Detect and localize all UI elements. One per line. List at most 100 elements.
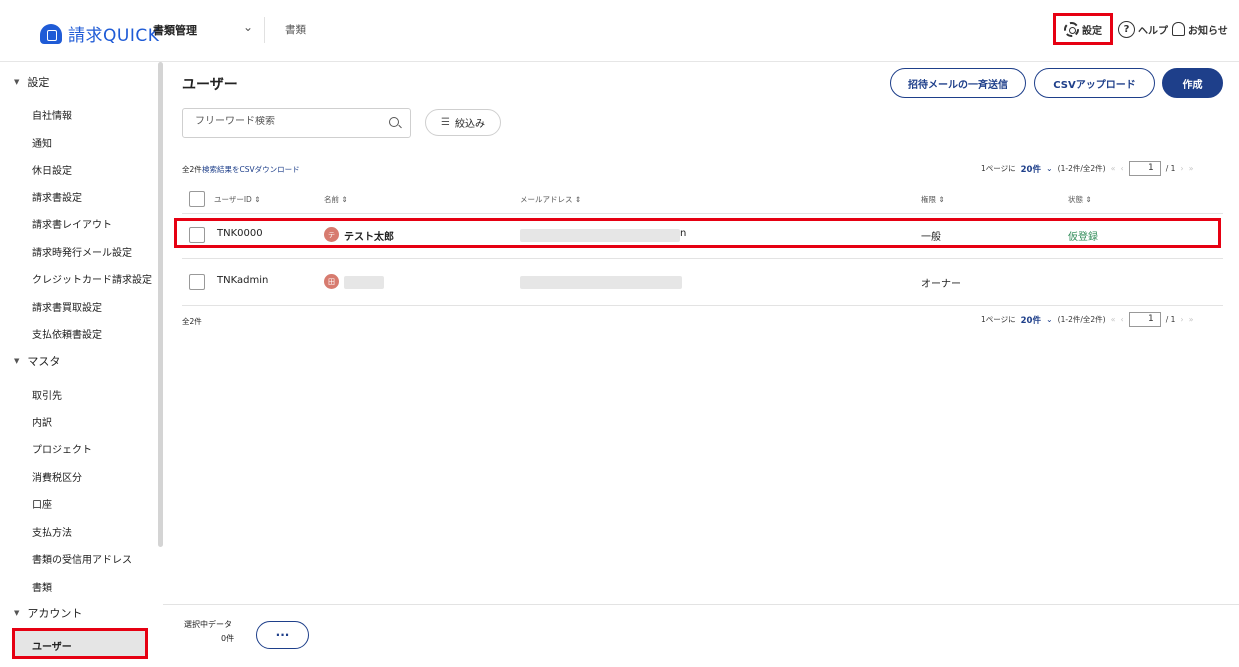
search-icon[interactable]	[389, 117, 399, 127]
prev-page-icon[interactable]: ‹	[1120, 164, 1123, 173]
last-page-icon[interactable]: »	[1189, 164, 1194, 173]
csv-download-link[interactable]: 検索結果をCSVダウンロード	[202, 164, 300, 175]
user-role: オーナー	[921, 279, 961, 290]
help-icon: ?	[1118, 20, 1135, 38]
filter-label: 絞込み	[454, 119, 485, 130]
chevron-down-icon[interactable]: ⌄	[243, 20, 253, 34]
status-badge[interactable]: 仮登録	[1068, 228, 1098, 243]
selected-data-label: 選択中データ	[184, 620, 232, 629]
settings-button[interactable]: 設定	[1053, 13, 1113, 45]
sidebar-item-notifications[interactable]: 通知	[32, 135, 52, 150]
create-button[interactable]: 作成	[1162, 68, 1223, 98]
sidebar-item-invoice-layout[interactable]: 請求書レイアウト	[32, 216, 112, 231]
prev-page-icon[interactable]: ‹	[1120, 315, 1123, 324]
page-number-input[interactable]: 1	[1128, 161, 1161, 176]
help-button[interactable]: ? ヘルプ	[1118, 13, 1168, 45]
next-page-icon[interactable]: ›	[1180, 164, 1183, 173]
documents-link[interactable]: 書類	[285, 22, 306, 37]
result-count: 全2件	[182, 165, 202, 174]
sidebar-section-settings[interactable]: ▼ 設定	[14, 74, 49, 90]
email-redacted	[520, 229, 680, 242]
column-name[interactable]: 名前 ⇕	[324, 194, 348, 205]
page-total: / 1	[1165, 315, 1176, 324]
page-total: / 1	[1165, 164, 1176, 173]
row-checkbox[interactable]	[189, 227, 205, 243]
csv-upload-button[interactable]: CSVアップロード	[1034, 68, 1155, 98]
sidebar-item-accounts[interactable]: 口座	[32, 496, 52, 511]
first-page-icon[interactable]: «	[1111, 315, 1116, 324]
sidebar-item-invoice-purchase[interactable]: 請求書買取設定	[32, 299, 102, 314]
column-user-id[interactable]: ユーザーID ⇕	[214, 194, 261, 205]
next-page-icon[interactable]: ›	[1180, 315, 1183, 324]
per-page-select[interactable]: 20件	[1021, 314, 1041, 326]
avatar: 田	[324, 274, 339, 289]
sidebar-section-account[interactable]: ▼ アカウント	[14, 605, 82, 621]
chevron-down-icon[interactable]: ⌄	[1046, 315, 1053, 324]
sidebar-section-label: アカウント	[27, 607, 83, 620]
sidebar-item-users[interactable]: ユーザー	[12, 628, 148, 659]
first-page-icon[interactable]: «	[1111, 164, 1116, 173]
sidebar-item-documents[interactable]: 書類	[32, 579, 52, 594]
sidebar-item-projects[interactable]: プロジェクト	[32, 441, 92, 456]
table-header: ユーザーID ⇕ 名前 ⇕ メールアドレス ⇕ 権限 ⇕ 状態 ⇕	[182, 184, 1223, 214]
chevron-down-icon[interactable]: ⌄	[1046, 164, 1053, 173]
email-redacted	[520, 276, 682, 289]
search-box	[182, 108, 411, 138]
gear-icon	[1064, 21, 1079, 37]
sidebar-item-invoice-mail[interactable]: 請求時発行メール設定	[32, 244, 132, 259]
sidebar-item-payment-methods[interactable]: 支払方法	[32, 524, 72, 539]
divider	[264, 17, 265, 43]
sidebar-item-company-info[interactable]: 自社情報	[32, 107, 72, 122]
per-page-prefix: 1ページに	[981, 164, 1016, 173]
last-page-icon[interactable]: »	[1189, 315, 1194, 324]
result-count-bottom: 全2件	[182, 317, 202, 326]
more-actions-button[interactable]: ···	[256, 621, 309, 649]
pagination-top: 1ページに 20件 ⌄ (1-2件/全2件) « ‹ 1 / 1 › »	[981, 161, 1193, 176]
filter-button[interactable]: ☰ 絞込み	[425, 109, 501, 136]
user-role: 一般	[921, 232, 941, 243]
column-role[interactable]: 権限 ⇕	[921, 194, 945, 205]
document-management-menu[interactable]: 書類管理	[153, 22, 197, 38]
bell-icon	[1172, 22, 1185, 36]
row-checkbox[interactable]	[189, 274, 205, 290]
main-content: ユーザー 招待メールの一斉送信 CSVアップロード 作成 ☰ 絞込み 全2件 検…	[163, 62, 1239, 667]
pagination-bottom: 1ページに 20件 ⌄ (1-2件/全2件) « ‹ 1 / 1 › »	[981, 312, 1193, 327]
settings-label: 設定	[1082, 25, 1102, 37]
notifications-label: お知らせ	[1188, 25, 1228, 37]
sidebar-item-clients[interactable]: 取引先	[32, 387, 62, 402]
sidebar-item-credit-card[interactable]: クレジットカード請求設定	[32, 271, 152, 286]
user-id: TNKadmin	[217, 275, 269, 286]
selection-footer: 選択中データ 0件 ···	[163, 604, 1239, 667]
app-logo[interactable]: 請求QUICK	[40, 21, 159, 46]
sidebar-item-holidays[interactable]: 休日設定	[32, 162, 72, 177]
sidebar: ▼ 設定 自社情報 通知 休日設定 請求書設定 請求書レイアウト 請求時発行メー…	[0, 62, 163, 667]
column-email[interactable]: メールアドレス ⇕	[520, 194, 581, 205]
user-id: TNK0000	[217, 228, 263, 239]
search-input[interactable]	[195, 116, 375, 127]
select-all-checkbox[interactable]	[189, 191, 205, 207]
bulk-invite-button[interactable]: 招待メールの一斉送信	[890, 68, 1026, 98]
top-bar: 請求QUICK 書類管理 ⌄ 書類 設定 ? ヘルプ お知らせ	[0, 0, 1239, 62]
caret-down-icon: ▼	[14, 609, 20, 617]
per-page-prefix: 1ページに	[981, 315, 1016, 324]
sidebar-item-receiving-address[interactable]: 書類の受信用アドレス	[32, 551, 132, 566]
sidebar-item-invoice-settings[interactable]: 請求書設定	[32, 189, 82, 204]
sidebar-item-payment-request[interactable]: 支払依頼書設定	[32, 326, 102, 341]
column-status[interactable]: 状態 ⇕	[1068, 194, 1092, 205]
table-row[interactable]: TNK0000 テ テスト太郎 n 一般 仮登録	[182, 215, 1223, 259]
sidebar-section-master[interactable]: ▼ マスタ	[14, 353, 60, 369]
table-row[interactable]: TNKadmin 田 オーナー	[182, 262, 1223, 306]
page-number-input[interactable]: 1	[1128, 312, 1161, 327]
help-label: ヘルプ	[1138, 25, 1168, 37]
email-tail: n	[680, 228, 687, 239]
caret-down-icon: ▼	[14, 357, 20, 365]
logo-text: 請求QUICK	[68, 26, 160, 46]
sidebar-item-breakdown[interactable]: 内訳	[32, 414, 52, 429]
per-page-select[interactable]: 20件	[1021, 163, 1041, 175]
sidebar-section-label: マスタ	[27, 355, 61, 368]
sidebar-item-tax[interactable]: 消費税区分	[32, 469, 82, 484]
notifications-button[interactable]: お知らせ	[1172, 13, 1228, 45]
page-range: (1-2件/全2件)	[1057, 164, 1106, 173]
sidebar-section-label: 設定	[27, 76, 50, 89]
filter-icon: ☰	[441, 117, 450, 128]
